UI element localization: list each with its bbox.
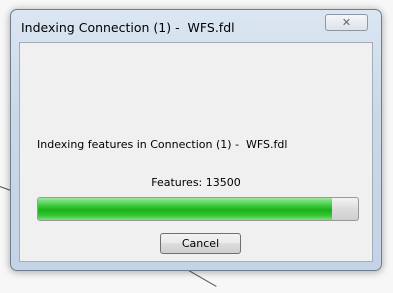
- indexing-message: Indexing features in Connection (1) - WF…: [37, 138, 288, 151]
- close-icon: ✕: [341, 16, 352, 29]
- progress-bar: [37, 197, 359, 221]
- progress-fill: [38, 198, 333, 220]
- dialog-title: Indexing Connection (1) - WFS.fdl: [21, 20, 235, 35]
- cancel-button[interactable]: Cancel: [160, 233, 241, 254]
- indexing-dialog: Indexing Connection (1) - WFS.fdl ✕ Inde…: [10, 9, 382, 271]
- features-count: Features: 13500: [151, 176, 241, 189]
- close-button[interactable]: ✕: [325, 14, 368, 31]
- dialog-content: Indexing features in Connection (1) - WF…: [19, 42, 373, 262]
